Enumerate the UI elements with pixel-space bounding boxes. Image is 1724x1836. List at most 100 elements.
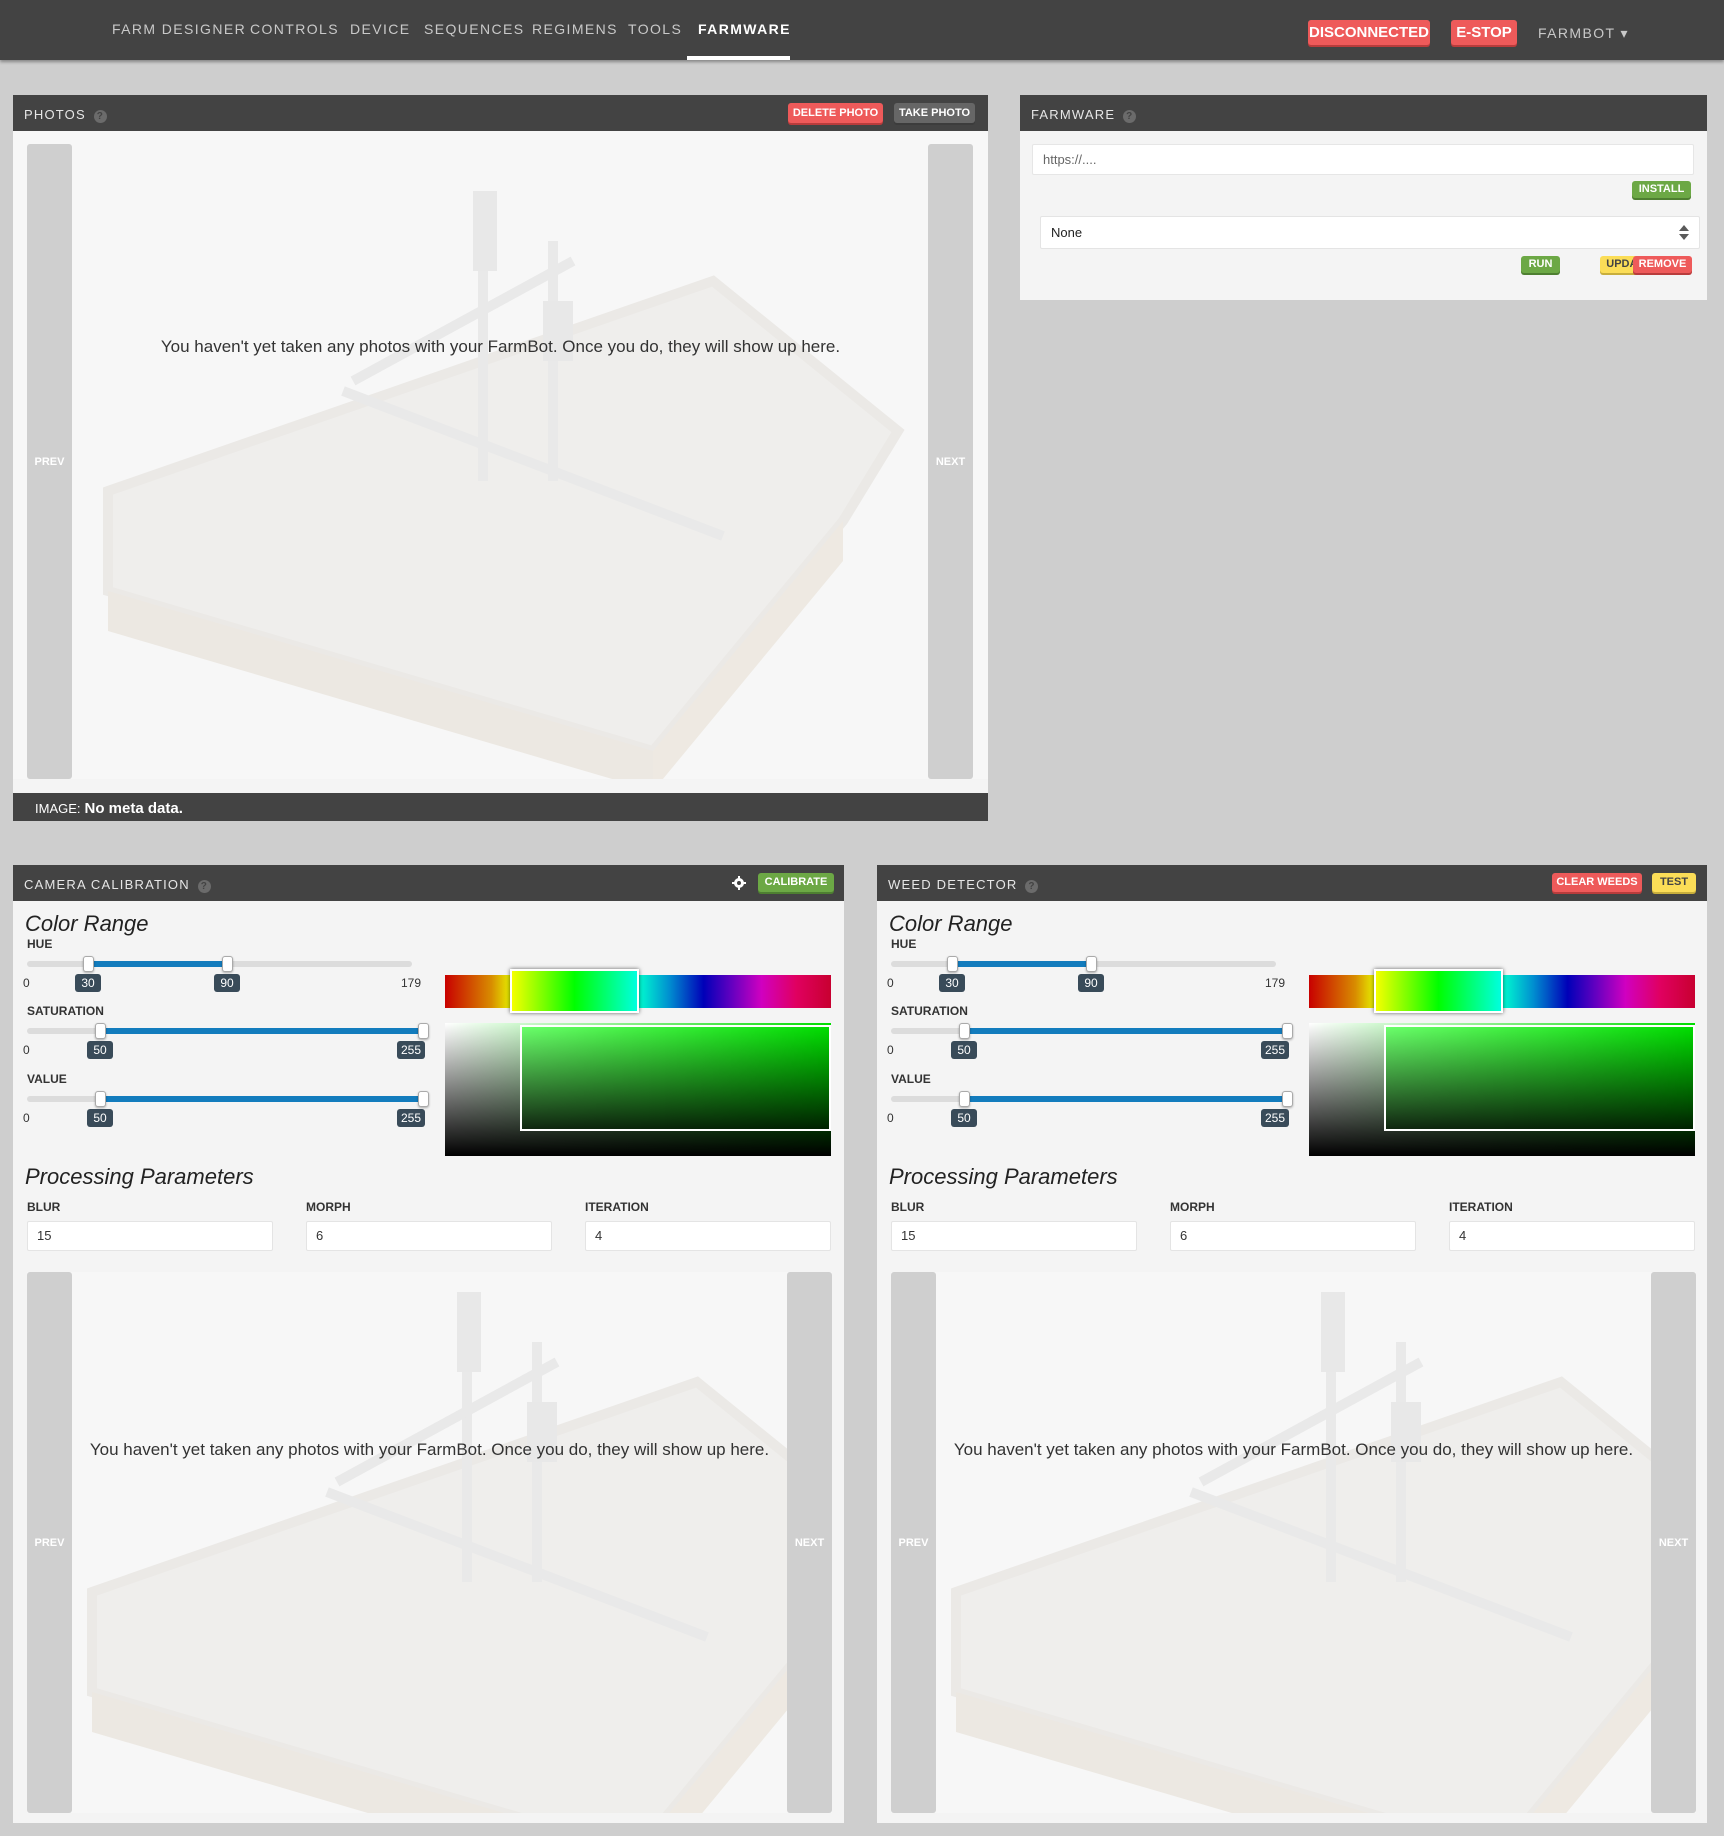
active-tab-indicator	[687, 56, 790, 60]
gear-icon[interactable]	[732, 876, 746, 890]
photos-title: PHOTOS?	[24, 107, 107, 123]
help-icon[interactable]: ?	[1025, 880, 1039, 893]
weed-detector-header: WEED DETECTOR? CLEAR WEEDS TEST	[877, 865, 1707, 901]
help-icon[interactable]: ?	[197, 880, 211, 893]
image-meta-bar: IMAGE: No meta data.	[13, 793, 988, 821]
nav-farm-designer[interactable]: FARM DESIGNER	[112, 21, 246, 37]
next-photo-button[interactable]: NEXT	[928, 144, 973, 779]
morph-input[interactable]: 6	[1170, 1221, 1416, 1251]
hue-selection	[1374, 969, 1503, 1013]
delete-photo-button[interactable]: DELETE PHOTO	[788, 103, 883, 123]
nav-controls[interactable]: CONTROLS	[250, 21, 339, 37]
hue-slider-range	[952, 961, 1091, 967]
color-range-heading: Color Range	[889, 911, 1013, 936]
account-menu[interactable]: FARMBOT ▾	[1538, 25, 1629, 42]
hue-min-label: 0	[887, 976, 894, 990]
prev-photo-button[interactable]: PREV	[27, 1272, 72, 1813]
remove-button[interactable]: REMOVE	[1633, 256, 1692, 273]
clear-weeds-button[interactable]: CLEAR WEEDS	[1552, 873, 1642, 892]
nav-farmware[interactable]: FARMWARE	[698, 21, 791, 37]
next-label: NEXT	[1658, 1536, 1689, 1549]
blur-input[interactable]: 15	[27, 1221, 273, 1251]
iteration-label: ITERATION	[585, 1200, 649, 1214]
saturation-min-label: 0	[887, 1043, 894, 1057]
meta-value: No meta data.	[84, 800, 183, 817]
calibration-title-text: CAMERA CALIBRATION	[24, 877, 190, 892]
next-photo-button[interactable]: NEXT	[1651, 1272, 1696, 1813]
weed-detector-title-text: WEED DETECTOR	[888, 877, 1018, 892]
farmware-title: FARMWARE?	[1031, 107, 1137, 123]
farmbot-silhouette-icon	[951, 1292, 1696, 1813]
value-high-value: 255	[1261, 1109, 1290, 1127]
run-button[interactable]: RUN	[1521, 256, 1560, 273]
hue-label: HUE	[27, 937, 53, 951]
hue-low-value: 30	[75, 974, 101, 992]
saturation-min-label: 0	[23, 1043, 30, 1057]
saturation-label: SATURATION	[891, 1004, 968, 1018]
help-icon[interactable]: ?	[93, 110, 107, 123]
morph-input[interactable]: 6	[306, 1221, 552, 1251]
prev-photo-button[interactable]: PREV	[27, 144, 72, 779]
hue-min-label: 0	[23, 976, 30, 990]
value-low-value: 50	[951, 1109, 977, 1127]
blur-label: BLUR	[891, 1200, 925, 1214]
farmware-header: FARMWARE?	[1020, 95, 1707, 131]
iteration-label: ITERATION	[1449, 1200, 1513, 1214]
no-photos-message: You haven't yet taken any photos with yo…	[89, 1440, 770, 1459]
help-icon[interactable]: ?	[1123, 110, 1137, 123]
saturation-low-handle[interactable]	[959, 1023, 970, 1039]
saturation-value-selection	[1384, 1025, 1695, 1131]
hue-low-handle[interactable]	[947, 956, 958, 972]
processing-parameters-heading: Processing Parameters	[25, 1164, 254, 1189]
value-slider-range	[964, 1096, 1287, 1102]
next-photo-button[interactable]: NEXT	[787, 1272, 832, 1813]
farmware-select[interactable]: None	[1040, 216, 1700, 249]
calibration-title: CAMERA CALIBRATION?	[24, 877, 211, 893]
blur-input[interactable]: 15	[891, 1221, 1137, 1251]
hue-low-handle[interactable]	[83, 956, 94, 972]
saturation-slider-range	[964, 1028, 1287, 1034]
saturation-low-handle[interactable]	[95, 1023, 106, 1039]
value-high-value: 255	[397, 1109, 426, 1127]
hue-high-value: 90	[214, 974, 240, 992]
iteration-input[interactable]: 4	[585, 1221, 831, 1251]
value-low-value: 50	[87, 1109, 113, 1127]
value-high-handle[interactable]	[1282, 1091, 1293, 1107]
prev-label: PREV	[34, 1536, 65, 1549]
saturation-high-value: 255	[397, 1041, 426, 1059]
hue-max-label: 179	[1265, 976, 1286, 990]
prev-label: PREV	[898, 1536, 929, 1549]
hue-high-handle[interactable]	[222, 956, 233, 972]
morph-label: MORPH	[1170, 1200, 1215, 1214]
install-button[interactable]: INSTALL	[1632, 181, 1691, 198]
value-min-label: 0	[23, 1111, 30, 1125]
saturation-high-handle[interactable]	[1282, 1023, 1293, 1039]
photo-viewer: PREV NEXT You haven't yet taken any phot…	[13, 131, 988, 779]
test-button[interactable]: TEST	[1652, 873, 1696, 892]
iteration-input[interactable]: 4	[1449, 1221, 1695, 1251]
calibrate-button[interactable]: CALIBRATE	[758, 873, 834, 892]
saturation-high-value: 255	[1261, 1041, 1290, 1059]
value-low-handle[interactable]	[959, 1091, 970, 1107]
hue-low-value: 30	[939, 974, 965, 992]
estop-button[interactable]: E-STOP	[1451, 20, 1517, 45]
take-photo-button[interactable]: TAKE PHOTO	[894, 103, 975, 123]
hue-high-handle[interactable]	[1086, 956, 1097, 972]
value-min-label: 0	[887, 1111, 894, 1125]
value-high-handle[interactable]	[418, 1091, 429, 1107]
photos-header: PHOTOS? DELETE PHOTO TAKE PHOTO	[13, 95, 988, 131]
value-low-handle[interactable]	[95, 1091, 106, 1107]
nav-tools[interactable]: TOOLS	[628, 21, 682, 37]
calibration-header: CAMERA CALIBRATION? CALIBRATE	[13, 865, 844, 901]
nav-device[interactable]: DEVICE	[350, 21, 411, 37]
farmware-url-input[interactable]: https://....	[1032, 144, 1694, 175]
connection-status-button[interactable]: DISCONNECTED	[1308, 20, 1430, 45]
no-photos-message: You haven't yet taken any photos with yo…	[160, 337, 841, 356]
saturation-high-handle[interactable]	[418, 1023, 429, 1039]
nav-sequences[interactable]: SEQUENCES	[424, 21, 525, 37]
hue-selection	[510, 969, 639, 1013]
nav-regimens[interactable]: REGIMENS	[532, 21, 618, 37]
prev-photo-button[interactable]: PREV	[891, 1272, 936, 1813]
saturation-value-selection	[520, 1025, 831, 1131]
value-slider-range	[100, 1096, 423, 1102]
